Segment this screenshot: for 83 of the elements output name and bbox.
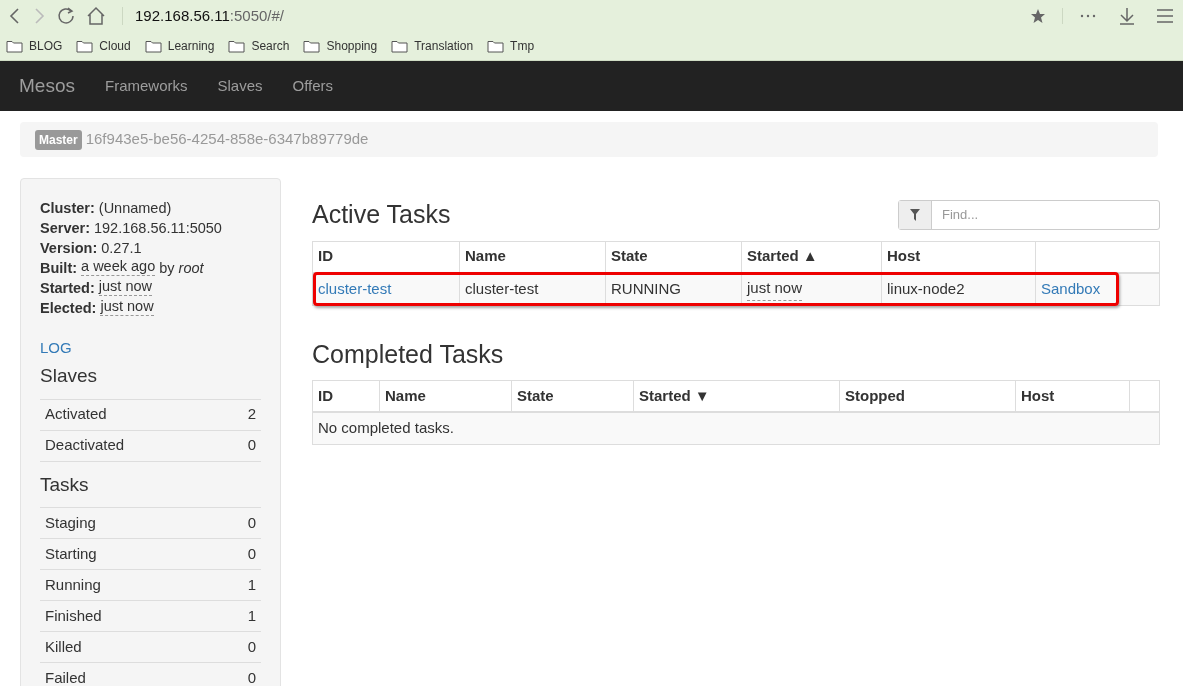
stat-count: 0	[247, 667, 256, 686]
info-value: 0.27.1	[101, 239, 142, 258]
folder-icon	[6, 39, 23, 53]
master-id: 16f943e5-be56-4254-858e-6347b89779de	[85, 129, 369, 150]
stat-count: 1	[247, 574, 256, 595]
task-link[interactable]: Sandbox	[1041, 277, 1101, 301]
filter-field[interactable]: Find...	[898, 199, 1160, 230]
section-title: Slaves	[40, 364, 99, 388]
column-header[interactable]: Name	[385, 384, 426, 408]
info-value: a week ago	[81, 258, 156, 276]
stat-label: Finished	[45, 605, 102, 626]
column-header[interactable]: ID	[318, 245, 333, 268]
download-icon[interactable]	[1117, 6, 1137, 26]
filter-icon	[910, 208, 920, 221]
task-link[interactable]: cluster-test	[318, 277, 392, 301]
master-badge: Master	[35, 129, 82, 150]
home-icon[interactable]	[86, 6, 106, 26]
folder-icon	[391, 39, 409, 53]
info-label: Cluster:	[40, 199, 95, 218]
column-header[interactable]: Started ▼	[639, 384, 710, 408]
brand[interactable]: Mesos	[19, 71, 75, 101]
stat-label: Running	[45, 574, 101, 595]
bookmark[interactable]: Tmp	[510, 37, 535, 55]
stat-label: Activated	[45, 404, 107, 425]
info-label: Built:	[40, 259, 78, 278]
stat-count: 1	[247, 605, 256, 626]
section-title: Tasks	[40, 472, 90, 497]
folder-icon	[76, 39, 94, 53]
info-value: 192.168.56.11:5050	[94, 219, 222, 238]
column-header[interactable]: ID	[318, 384, 333, 408]
info-label: Version:	[40, 239, 98, 258]
empty-message: No completed tasks.	[318, 418, 454, 439]
info-value: by root	[159, 259, 204, 278]
section-heading: Active Tasks	[312, 199, 451, 230]
table-cell-text: cluster-test	[465, 278, 539, 299]
table-cell-text: linux-node2	[887, 278, 965, 299]
stat-count: 0	[247, 435, 256, 456]
bookmark[interactable]: Search	[251, 37, 290, 55]
bookmark[interactable]: Translation	[414, 37, 474, 55]
stat-count: 0	[247, 512, 256, 533]
stat-label: Killed	[45, 636, 82, 657]
info-value: (Unnamed)	[98, 199, 172, 218]
folder-icon	[144, 39, 162, 53]
table-cell-text: RUNNING	[611, 278, 681, 299]
stat-label: Starting	[45, 543, 97, 564]
column-header[interactable]: Host	[887, 245, 921, 268]
folder-icon	[303, 39, 321, 53]
star-icon[interactable]	[1030, 8, 1046, 24]
info-value: just now	[100, 298, 154, 316]
stat-label: Failed	[45, 667, 86, 686]
folder-icon	[228, 39, 246, 53]
info-label: Started:	[40, 279, 95, 298]
stat-label: Staging	[45, 512, 96, 533]
nav-link[interactable]: Slaves	[217, 74, 263, 98]
bookmark[interactable]: Shopping	[326, 37, 378, 55]
column-header[interactable]: State	[517, 384, 554, 408]
column-header[interactable]: State	[611, 245, 648, 268]
column-header[interactable]: Name	[465, 245, 506, 268]
back-icon[interactable]	[8, 7, 22, 25]
more-icon[interactable]	[1079, 13, 1097, 19]
stat-count: 2	[247, 404, 256, 425]
column-header[interactable]: Host	[1021, 384, 1055, 408]
nav-link[interactable]: Frameworks	[104, 74, 188, 98]
section-heading: Completed Tasks	[312, 338, 505, 370]
folder-icon	[487, 39, 505, 53]
reload-icon[interactable]	[56, 6, 76, 26]
table-cell: just now	[747, 277, 803, 301]
column-header[interactable]: Stopped	[845, 384, 905, 408]
bookmark[interactable]: Learning	[167, 37, 215, 55]
log-link[interactable]: LOG	[40, 339, 72, 356]
address-bar[interactable]: 192.168.56.11:5050/#/	[135, 4, 285, 28]
info-label: Server:	[40, 219, 90, 238]
filter-input[interactable]: Find...	[932, 200, 1159, 229]
info-label: Elected:	[40, 299, 97, 318]
bookmark[interactable]: BLOG	[29, 37, 63, 55]
info-value: just now	[98, 278, 152, 296]
bookmark[interactable]: Cloud	[99, 37, 131, 55]
column-header[interactable]: Started ▲	[747, 245, 818, 268]
stat-label: Deactivated	[45, 435, 125, 456]
nav-link[interactable]: Offers	[292, 74, 334, 98]
stat-count: 0	[247, 636, 256, 657]
stat-count: 0	[247, 543, 256, 564]
menu-icon[interactable]	[1155, 8, 1175, 24]
